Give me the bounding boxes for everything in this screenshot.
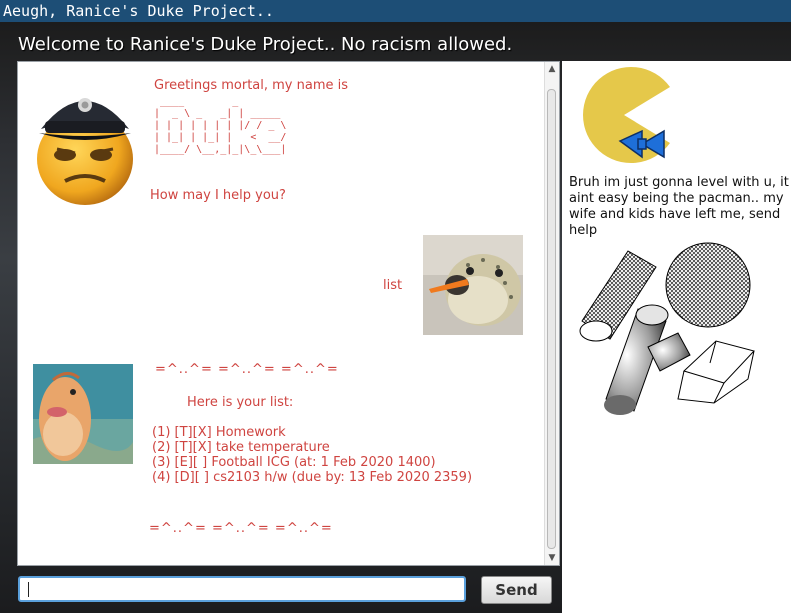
scroll-down-icon[interactable]: ▼ [545,551,559,565]
duke-ascii-logo: ____ _ | _ \ _ _| | _____ | | | | | | | … [154,96,287,155]
task-list-item: (2) [T][X] take temperature [152,440,330,455]
scrollbar-thumb[interactable] [547,89,556,549]
window-title-bar: Aeugh, Ranice's Duke Project.. [0,0,791,22]
bot-greeting-text: Greetings mortal, my name is [154,78,349,93]
task-list-item: (3) [E][ ] Football ICG (at: 1 Feb 2020 … [152,455,436,470]
separator-text: =^..^= =^..^= =^..^= [155,362,339,377]
pacman-icon [583,67,670,163]
chat-scrollbar[interactable]: ▲ ▼ [544,62,559,565]
task-list: (1) [T][X] Homework (2) [T][X] take temp… [152,425,472,485]
fish-avatar [33,364,133,464]
app-window: Aeugh, Ranice's Duke Project.. Welcome t… [0,0,791,613]
police-emoji-avatar [37,98,133,205]
separator-text: =^..^= =^..^= =^..^= [149,521,333,536]
task-list-item: (1) [T][X] Homework [152,425,286,440]
side-panel: Bruh im just gonna level with u, it aint… [562,61,791,613]
bot-help-prompt: How may I help you? [150,188,286,203]
pacman-message: Bruh im just gonna level with u, it aint… [569,175,789,238]
chat-panel[interactable]: Greetings mortal, my name is ____ _ | _ … [17,61,560,566]
user-message-text: list [383,278,403,293]
message-input[interactable] [18,576,466,602]
welcome-banner: Welcome to Ranice's Duke Project.. No ra… [18,34,513,55]
wireframe-shapes-illustration [579,242,755,415]
pufferfish-avatar [423,235,523,335]
send-button[interactable]: Send [481,576,552,604]
list-heading: Here is your list: [187,395,294,410]
scroll-up-icon[interactable]: ▲ [545,62,559,76]
task-list-item: (4) [D][ ] cs2103 h/w (due by: 13 Feb 20… [152,470,473,485]
text-caret [28,582,29,597]
